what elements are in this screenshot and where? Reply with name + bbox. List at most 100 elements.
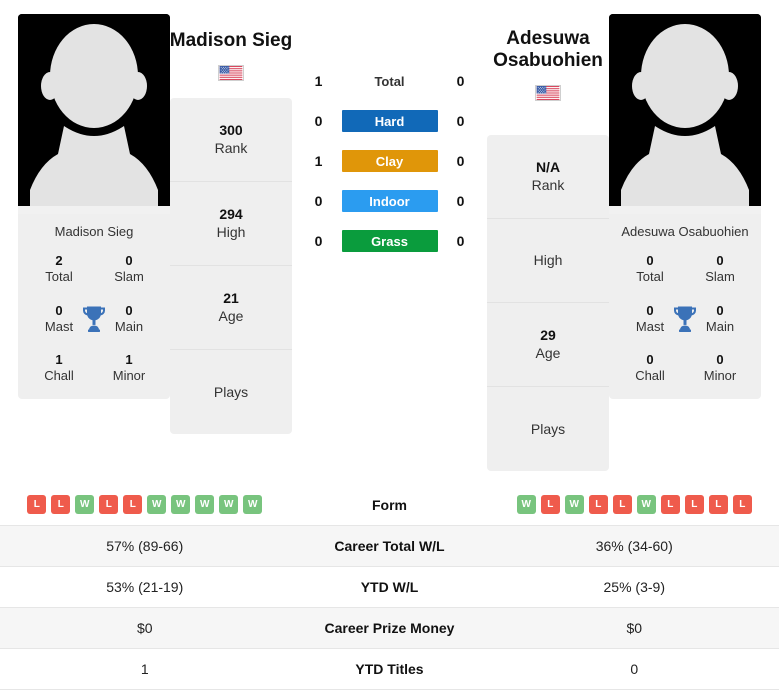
form-badge-loss[interactable]: L (123, 495, 143, 515)
right-form-strip: WLWLLWLLLL (516, 495, 752, 515)
left-titles-minor-label: Minor (112, 368, 146, 384)
left-titles-chall: 1 Chall (24, 352, 94, 385)
right-titles-total-label: Total (636, 269, 664, 285)
left-card-player-name: Madison Sieg (54, 224, 134, 239)
left-plays-label: Plays (213, 383, 249, 400)
h2h-row-grass: 0 Grass 0 (292, 230, 487, 252)
right-titles-slam: 0 Slam (685, 253, 755, 286)
form-badge-win[interactable]: W (564, 495, 584, 515)
stat-label-ytd_titles: YTD Titles (355, 660, 424, 677)
left-titles-slam-value: 0 (125, 253, 133, 268)
left-player-panel: Madison Sieg 2 Total 0 Slam 0 Mast 0 Mai… (18, 14, 170, 399)
left-age-label: Age (218, 308, 244, 325)
table-row: 1 YTD Titles 0 (0, 648, 779, 690)
form-badge-win[interactable]: W (636, 495, 656, 515)
form-badge-loss[interactable]: L (99, 495, 119, 515)
left-titles-minor: 1 Minor (94, 352, 164, 385)
right-career_total_wl-cell: 36% (34-60) (595, 537, 673, 554)
left-player-info: Madison Sieg 300 Rank 294 High 21 Age Pl… (170, 14, 292, 434)
right-titles-chall-label: Chall (635, 368, 665, 384)
h2h-right-score-clay: 0 (456, 153, 465, 169)
right-career_prize_money-cell: $0 (626, 619, 643, 636)
left-age-cell: 21 Age (170, 266, 292, 350)
form-badge-win[interactable]: W (219, 495, 239, 515)
form-badge-loss[interactable]: L (732, 495, 752, 515)
right-ytd_wl-cell: 25% (3-9) (603, 578, 665, 595)
form-badge-loss[interactable]: L (588, 495, 608, 515)
stat-label-ytd_wl: YTD W/L (360, 578, 419, 595)
form-badge-loss[interactable]: L (612, 495, 632, 515)
h2h-row-indoor: 0 Indoor 0 (292, 190, 487, 212)
right-titles-card: Adesuwa Osabuohien 0 Total 0 Slam 0 Mast (609, 214, 761, 399)
left-rank-label: Rank (214, 140, 248, 157)
form-badge-loss[interactable]: L (27, 495, 47, 515)
left-rank-value: 300 (219, 122, 243, 139)
right-titles-chall-value: 0 (646, 352, 654, 367)
left-titles-chall-value: 1 (55, 352, 63, 367)
left-high-label: High (216, 224, 246, 241)
right-plays-cell: Plays (487, 387, 609, 471)
h2h-right-score-indoor: 0 (456, 193, 465, 209)
surface-badge-indoor[interactable]: Indoor (341, 190, 438, 212)
left-player-avatar (18, 14, 170, 214)
left-titles-total-value: 2 (55, 253, 63, 268)
stat-label-career_total_wl: Career Total W/L (334, 537, 445, 554)
form-badge-win[interactable]: W (195, 495, 215, 515)
table-row: 53% (21-19) YTD W/L 25% (3-9) (0, 566, 779, 608)
right-titles-minor-value: 0 (716, 352, 724, 367)
form-badge-win[interactable]: W (75, 495, 95, 515)
right-titles-slam-label: Slam (705, 269, 735, 285)
form-badge-win[interactable]: W (147, 495, 167, 515)
surface-badge-clay[interactable]: Clay (341, 150, 438, 172)
right-form-cell: WLWLLWLLLL (490, 495, 779, 515)
left-titles-minor-value: 1 (125, 352, 133, 367)
surface-badge-hard[interactable]: Hard (341, 110, 438, 132)
right-titles-minor-label: Minor (703, 368, 737, 384)
h2h-left-score-total: 1 (314, 73, 323, 89)
right-age-label: Age (535, 345, 561, 362)
left-player-name: Madison Sieg (169, 30, 293, 51)
person-silhouette-icon (18, 14, 170, 214)
form-badge-win[interactable]: W (516, 495, 536, 515)
left-career_total_wl-cell: 57% (89-66) (106, 537, 184, 554)
head-to-head-column: 1 Total 0 0 Hard 0 1 Clay 0 0 Indoor 0 0 Grass 0 (292, 14, 487, 252)
surface-badge-grass[interactable]: Grass (341, 230, 438, 252)
left-titles-total: 2 Total (24, 253, 94, 286)
h2h-row-hard: 0 Hard 0 (292, 110, 487, 132)
player-comparison-page: Madison Sieg 2 Total 0 Slam 0 Mast 0 Mai… (0, 0, 779, 699)
left-ytd_wl-cell: 53% (21-19) (106, 578, 184, 595)
left-age-value: 21 (223, 290, 239, 307)
right-high-cell: High (487, 219, 609, 303)
stat-label-form: Form (372, 496, 407, 513)
left-career_prize_money-cell: $0 (136, 619, 153, 636)
right-titles-chall: 0 Chall (615, 352, 685, 385)
form-badge-loss[interactable]: L (540, 495, 560, 515)
right-player-avatar (609, 14, 761, 214)
right-high-label: High (533, 252, 563, 269)
right-titles-total-value: 0 (646, 253, 654, 268)
stat-label-career_prize_money: Career Prize Money (324, 619, 455, 636)
form-badge-loss[interactable]: L (708, 495, 728, 515)
right-age-cell: 29 Age (487, 303, 609, 387)
h2h-left-score-grass: 0 (314, 233, 323, 249)
form-badge-win[interactable]: W (243, 495, 263, 515)
right-player-panel: Adesuwa Osabuohien 0 Total 0 Slam 0 Mast (609, 14, 761, 399)
form-badge-loss[interactable]: L (684, 495, 704, 515)
right-rank-card: N/A Rank High 29 Age Plays (487, 134, 609, 471)
table-row: 57% (89-66) Career Total W/L 36% (34-60) (0, 525, 779, 567)
right-rank-value: N/A (535, 159, 561, 175)
right-rank-label: Rank (531, 177, 565, 194)
right-card-player-name: Adesuwa Osabuohien (621, 224, 749, 239)
left-high-cell: 294 High (170, 182, 292, 266)
left-titles-grid: 2 Total 0 Slam 0 Mast 0 Main 1 Chall 1 M… (24, 253, 164, 385)
right-titles-slam-value: 0 (716, 253, 724, 268)
form-badge-loss[interactable]: L (660, 495, 680, 515)
form-badge-win[interactable]: W (171, 495, 191, 515)
h2h-right-score-hard: 0 (456, 113, 465, 129)
left-titles-chall-label: Chall (44, 368, 74, 384)
right-player-info: Adesuwa Osabuohien N/A Rank High 29 Age … (487, 14, 609, 471)
form-badge-loss[interactable]: L (51, 495, 71, 515)
right-rank-cell: N/A Rank (487, 135, 609, 219)
left-high-value: 294 (219, 206, 243, 223)
right-titles-minor: 0 Minor (685, 352, 755, 385)
